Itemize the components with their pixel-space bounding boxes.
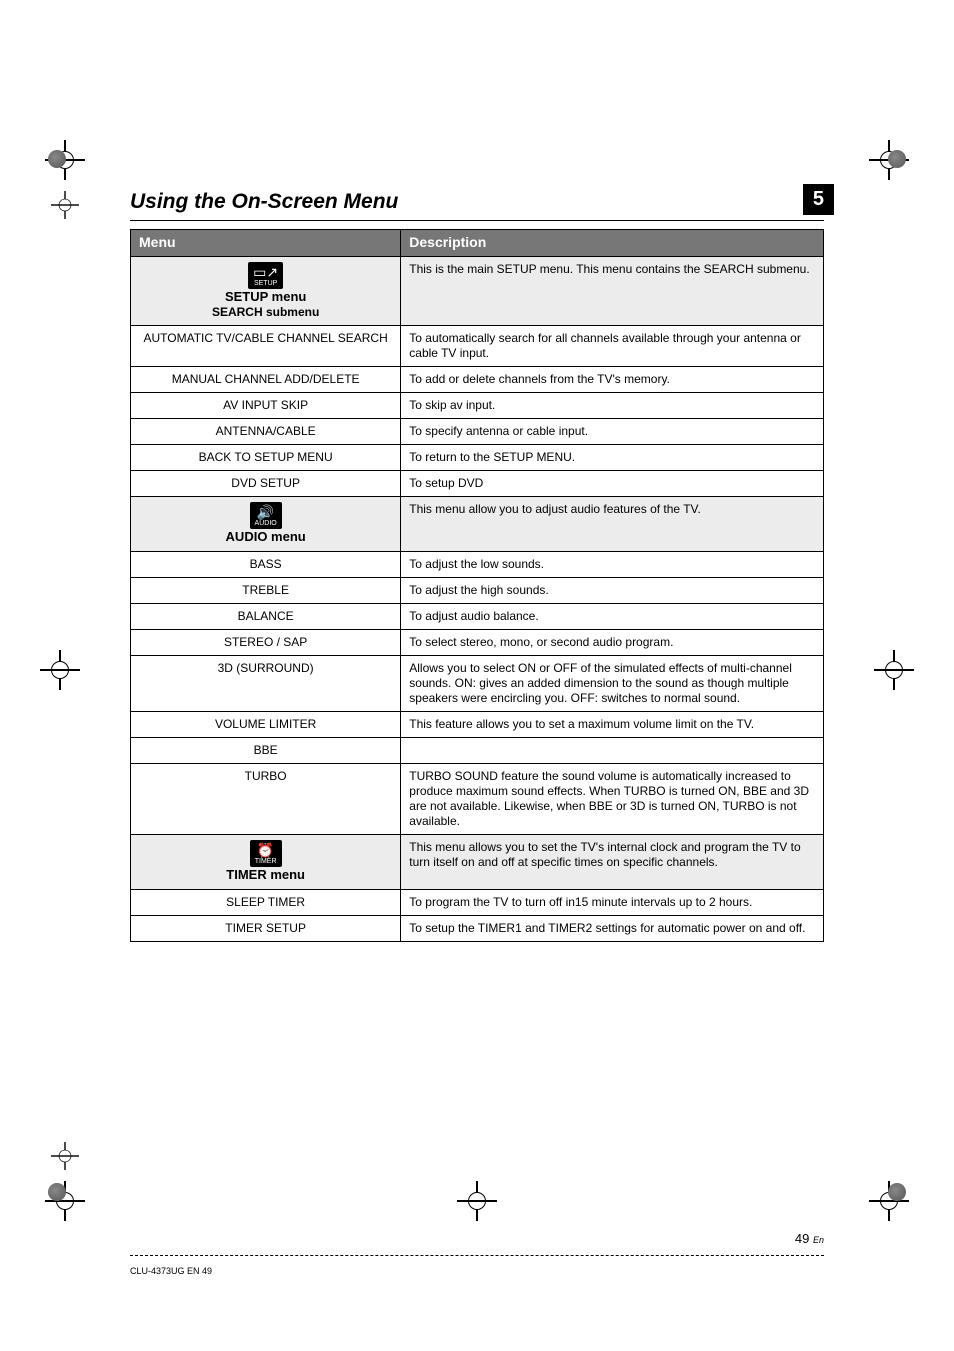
menu-item-name: SLEEP TIMER xyxy=(131,889,401,915)
table-section-row: ⏰TIMER TIMER menu This menu allows you t… xyxy=(131,834,824,889)
table-row: BASSTo adjust the low sounds. xyxy=(131,551,824,577)
menu-item-description: To program the TV to turn off in15 minut… xyxy=(401,889,824,915)
table-section-row: 🔊AUDIO AUDIO menu This menu allow you to… xyxy=(131,496,824,551)
table-row: DVD SETUPTo setup DVD xyxy=(131,470,824,496)
table-row: SLEEP TIMERTo program the TV to turn off… xyxy=(131,889,824,915)
menu-item-description: To automatically search for all channels… xyxy=(401,325,824,366)
page-number-main: 49 xyxy=(795,1231,809,1246)
menu-item-name: AUTOMATIC TV/CABLE CHANNEL SEARCH xyxy=(131,325,401,366)
table-row: BACK TO SETUP MENUTo return to the SETUP… xyxy=(131,444,824,470)
print-registration-mark xyxy=(45,185,85,225)
audio-menu-icon: 🔊AUDIO xyxy=(250,502,282,529)
print-registration-mark xyxy=(45,1136,85,1176)
menu-item-description: To setup DVD xyxy=(401,470,824,496)
print-registration-mark xyxy=(40,650,80,690)
menu-item-description: To adjust the low sounds. xyxy=(401,551,824,577)
menu-item-description: To add or delete channels from the TV's … xyxy=(401,366,824,392)
menu-item-name: MANUAL CHANNEL ADD/DELETE xyxy=(131,366,401,392)
menu-section-description: This menu allow you to adjust audio feat… xyxy=(401,496,824,551)
table-header-description: Description xyxy=(401,230,824,257)
footer-text: CLU-4373UG EN 49 xyxy=(130,1266,212,1276)
menu-item-description: To adjust audio balance. xyxy=(401,603,824,629)
table-row: AV INPUT SKIPTo skip av input. xyxy=(131,392,824,418)
table-header-row: Menu Description xyxy=(131,230,824,257)
table-section-row: ▭↗SETUP SETUP menu SEARCH submenu This i… xyxy=(131,256,824,325)
menu-item-description: To adjust the high sounds. xyxy=(401,577,824,603)
menu-item-description: To setup the TIMER1 and TIMER2 settings … xyxy=(401,915,824,941)
menu-item-name: TIMER SETUP xyxy=(131,915,401,941)
menu-item-description: TURBO SOUND feature the sound volume is … xyxy=(401,763,824,834)
menu-item-name: STEREO / SAP xyxy=(131,629,401,655)
table-row: VOLUME LIMITERThis feature allows you to… xyxy=(131,711,824,737)
menu-name-label: TIMER menu xyxy=(226,867,305,882)
print-corner-dot xyxy=(48,1183,66,1201)
menu-item-description: This feature allows you to set a maximum… xyxy=(401,711,824,737)
menu-item-description: To specify antenna or cable input. xyxy=(401,418,824,444)
table-row: TURBOTURBO SOUND feature the sound volum… xyxy=(131,763,824,834)
menu-item-name: TREBLE xyxy=(131,577,401,603)
page-number: 49 En xyxy=(795,1231,824,1246)
table-row: TIMER SETUPTo setup the TIMER1 and TIMER… xyxy=(131,915,824,941)
menu-item-description xyxy=(401,737,824,763)
print-registration-mark xyxy=(874,650,914,690)
horizontal-rule xyxy=(130,220,824,221)
footer-divider xyxy=(130,1255,824,1256)
print-corner-dot xyxy=(48,150,66,168)
page-content: Using the On-Screen Menu 5 Menu Descript… xyxy=(130,190,824,1201)
menu-item-name: AV INPUT SKIP xyxy=(131,392,401,418)
table-row: MANUAL CHANNEL ADD/DELETETo add or delet… xyxy=(131,366,824,392)
table-row: 3D (SURROUND)Allows you to select ON or … xyxy=(131,655,824,711)
print-corner-dot xyxy=(888,1183,906,1201)
table-row: TREBLETo adjust the high sounds. xyxy=(131,577,824,603)
table-row: BBE xyxy=(131,737,824,763)
menu-item-name: TURBO xyxy=(131,763,401,834)
print-corner-dot xyxy=(888,150,906,168)
menu-name-label: SETUP menu xyxy=(225,289,306,304)
menu-item-description: To return to the SETUP MENU. xyxy=(401,444,824,470)
menu-item-description: To select stereo, mono, or second audio … xyxy=(401,629,824,655)
chapter-title: Using the On-Screen Menu xyxy=(130,190,824,214)
menu-item-name: ANTENNA/CABLE xyxy=(131,418,401,444)
menu-item-description: Allows you to select ON or OFF of the si… xyxy=(401,655,824,711)
menu-section-description: This menu allows you to set the TV's int… xyxy=(401,834,824,889)
menu-item-name: BASS xyxy=(131,551,401,577)
submenu-label: SEARCH submenu xyxy=(212,305,319,319)
setup-menu-icon: ▭↗SETUP xyxy=(248,262,283,289)
page-number-suffix: En xyxy=(813,1235,824,1245)
menu-item-name: VOLUME LIMITER xyxy=(131,711,401,737)
menu-name-label: AUDIO menu xyxy=(226,529,306,544)
table-row: STEREO / SAPTo select stereo, mono, or s… xyxy=(131,629,824,655)
table-header-menu: Menu xyxy=(131,230,401,257)
menu-reference-table: Menu Description ▭↗SETUP SETUP menu SEAR… xyxy=(130,229,824,942)
menu-item-name: DVD SETUP xyxy=(131,470,401,496)
menu-item-name: BACK TO SETUP MENU xyxy=(131,444,401,470)
table-row: ANTENNA/CABLETo specify antenna or cable… xyxy=(131,418,824,444)
chapter-number-badge: 5 xyxy=(803,184,834,215)
menu-item-name: 3D (SURROUND) xyxy=(131,655,401,711)
table-row: BALANCETo adjust audio balance. xyxy=(131,603,824,629)
timer-menu-icon: ⏰TIMER xyxy=(250,840,282,867)
menu-section-description: This is the main SETUP menu. This menu c… xyxy=(401,256,824,325)
menu-item-description: To skip av input. xyxy=(401,392,824,418)
menu-item-name: BBE xyxy=(131,737,401,763)
table-row: AUTOMATIC TV/CABLE CHANNEL SEARCHTo auto… xyxy=(131,325,824,366)
menu-item-name: BALANCE xyxy=(131,603,401,629)
